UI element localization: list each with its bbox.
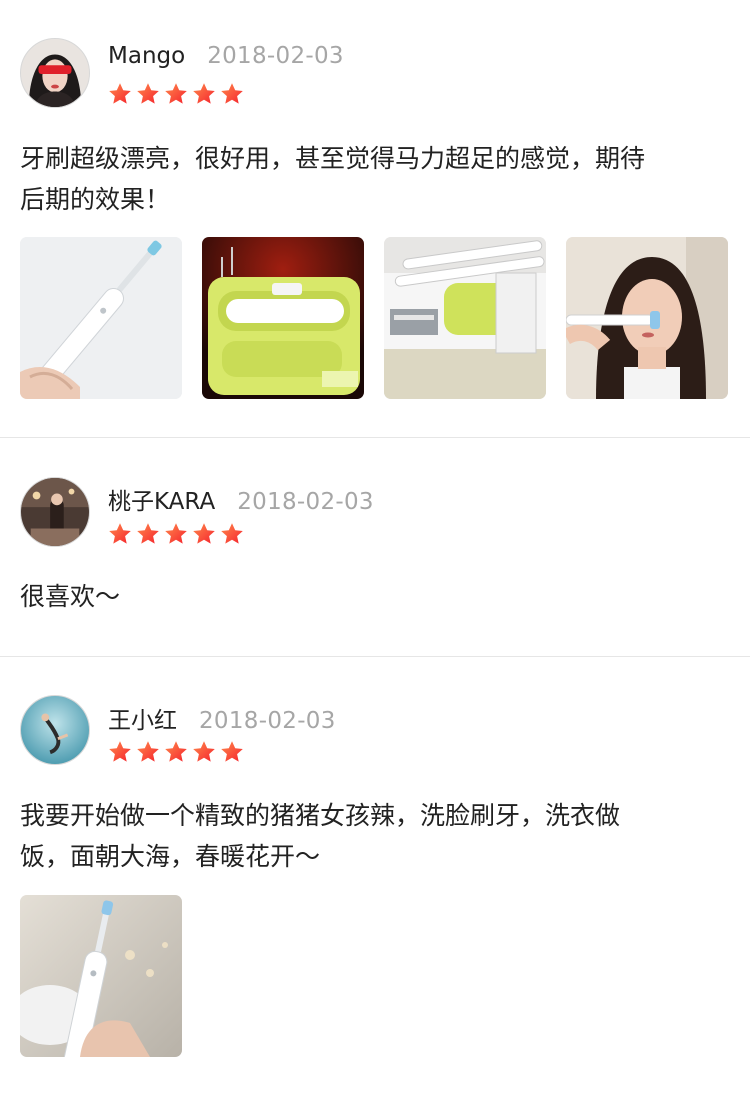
star-icon bbox=[164, 82, 188, 106]
review-item: 桃子KARA 2018-02-03 很喜欢～ bbox=[0, 438, 750, 657]
review-item: 王小红 2018-02-03 我要开始做一个精致的猪猪女孩辣，洗脸刷牙，洗衣做 … bbox=[0, 657, 750, 1096]
review-text-line: 饭，面朝大海，春暖花开～ bbox=[20, 842, 321, 871]
avatar[interactable] bbox=[20, 695, 90, 765]
avatar-image bbox=[21, 39, 89, 107]
avatar[interactable] bbox=[20, 38, 90, 108]
star-icon bbox=[136, 740, 160, 764]
star-rating bbox=[108, 522, 244, 546]
star-icon bbox=[164, 522, 188, 546]
review-text: 我要开始做一个精致的猪猪女孩辣，洗脸刷牙，洗衣做 饭，面朝大海，春暖花开～ bbox=[20, 795, 730, 877]
review-item: Mango 2018-02-03 牙刷超级漂亮，很好用，甚至觉得马力超足的感觉，… bbox=[0, 0, 750, 438]
review-text-line: 牙刷超级漂亮，很好用，甚至觉得马力超足的感觉，期待 bbox=[20, 144, 646, 173]
star-icon bbox=[220, 522, 244, 546]
star-icon bbox=[220, 82, 244, 106]
review-photo[interactable] bbox=[202, 237, 364, 399]
review-date: 2018-02-03 bbox=[207, 43, 344, 69]
avatar-image bbox=[21, 696, 89, 764]
username[interactable]: 桃子KARA bbox=[108, 482, 215, 516]
review-date: 2018-02-03 bbox=[237, 489, 374, 515]
review-photos bbox=[20, 237, 728, 399]
star-rating bbox=[108, 740, 244, 764]
review-meta: Mango 2018-02-03 bbox=[108, 43, 344, 69]
review-text: 牙刷超级漂亮，很好用，甚至觉得马力超足的感觉，期待 后期的效果！ bbox=[20, 138, 730, 220]
star-icon bbox=[108, 522, 132, 546]
star-icon bbox=[108, 740, 132, 764]
review-date: 2018-02-03 bbox=[199, 708, 336, 734]
star-icon bbox=[192, 82, 216, 106]
star-icon bbox=[108, 82, 132, 106]
review-photo[interactable] bbox=[384, 237, 546, 399]
avatar[interactable] bbox=[20, 477, 90, 547]
review-text-line: 后期的效果！ bbox=[20, 185, 171, 214]
review-photo[interactable] bbox=[566, 237, 728, 399]
avatar-image bbox=[21, 478, 89, 546]
star-icon bbox=[136, 82, 160, 106]
star-rating bbox=[108, 82, 244, 106]
username[interactable]: Mango bbox=[108, 43, 185, 69]
username[interactable]: 王小红 bbox=[108, 701, 177, 735]
star-icon bbox=[136, 522, 160, 546]
review-photos bbox=[20, 895, 182, 1057]
review-text: 很喜欢～ bbox=[20, 576, 730, 617]
star-icon bbox=[164, 740, 188, 764]
star-icon bbox=[220, 740, 244, 764]
star-icon bbox=[192, 522, 216, 546]
review-text-line: 很喜欢～ bbox=[20, 582, 121, 611]
review-list: Mango 2018-02-03 牙刷超级漂亮，很好用，甚至觉得马力超足的感觉，… bbox=[0, 0, 750, 1096]
review-photo[interactable] bbox=[20, 237, 182, 399]
review-meta: 王小红 2018-02-03 bbox=[108, 701, 336, 735]
review-photo[interactable] bbox=[20, 895, 182, 1057]
review-meta: 桃子KARA 2018-02-03 bbox=[108, 482, 374, 516]
star-icon bbox=[192, 740, 216, 764]
review-text-line: 我要开始做一个精致的猪猪女孩辣，洗脸刷牙，洗衣做 bbox=[20, 801, 621, 830]
